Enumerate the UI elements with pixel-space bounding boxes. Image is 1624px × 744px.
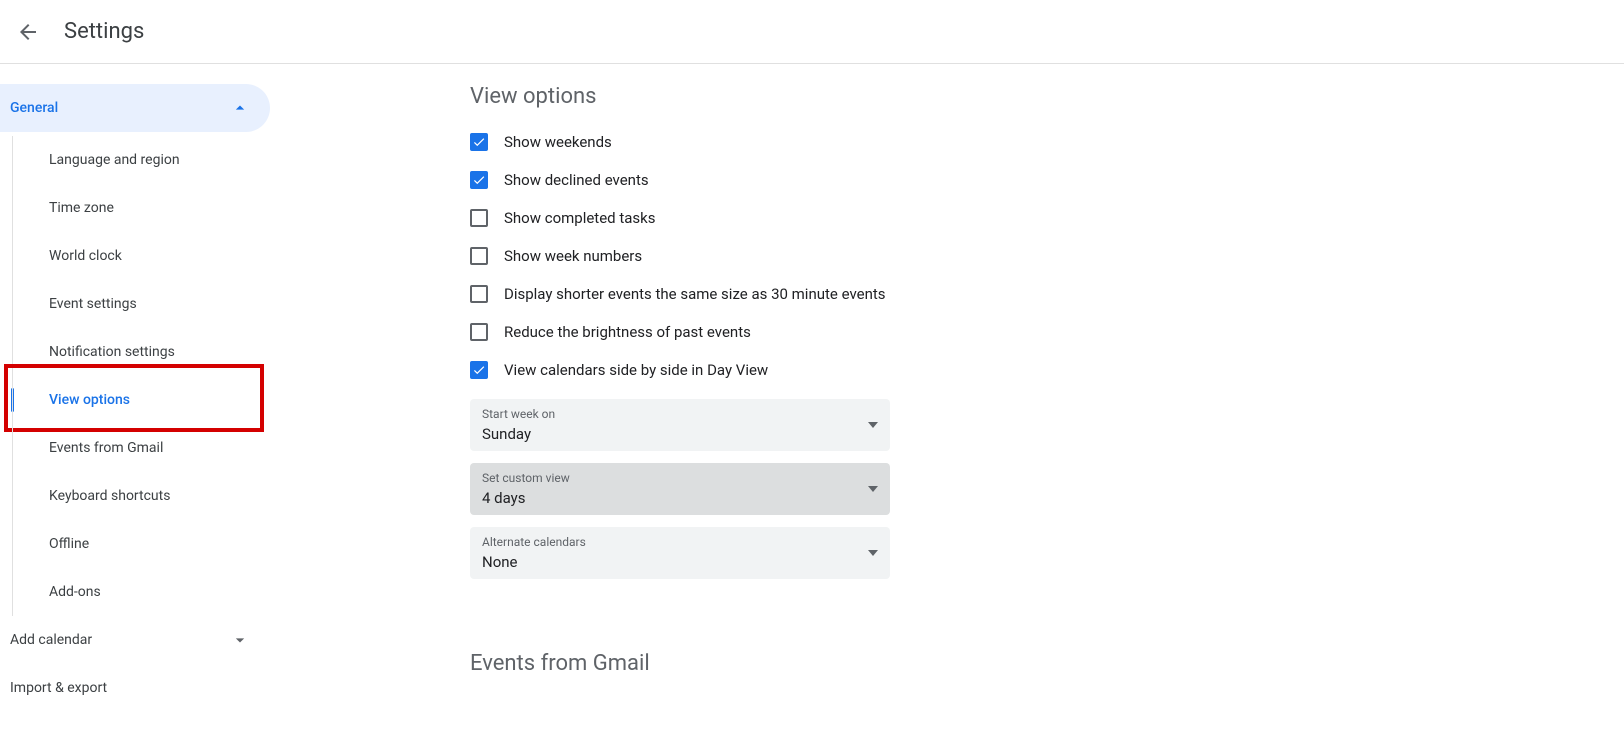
checkbox[interactable] (470, 133, 488, 151)
checkbox-row-reduce-the-brightness-of-past-events[interactable]: Reduce the brightness of past events (470, 323, 1624, 341)
sidebar-item-label: World clock (49, 248, 122, 264)
sidebar-item-label: Keyboard shortcuts (49, 488, 170, 504)
settings-header: Settings (0, 0, 1624, 64)
checkbox-label: Reduce the brightness of past events (504, 323, 751, 341)
sidebar-item-label: Language and region (49, 152, 180, 168)
select-label: Start week on (482, 407, 874, 421)
sidebar-section-add-calendar[interactable]: Add calendar (0, 616, 270, 664)
checkbox-row-show-week-numbers[interactable]: Show week numbers (470, 247, 1624, 265)
section-title-view-options: View options (470, 84, 1624, 109)
checkbox-label: View calendars side by side in Day View (504, 361, 768, 379)
checkbox[interactable] (470, 361, 488, 379)
checkbox-row-show-declined-events[interactable]: Show declined events (470, 171, 1624, 189)
sidebar-item-world-clock[interactable]: World clock (11, 232, 270, 280)
checkbox-row-view-calendars-side-by-side-in-day-view[interactable]: View calendars side by side in Day View (470, 361, 1624, 379)
checkbox[interactable] (470, 323, 488, 341)
checkbox-label: Show declined events (504, 171, 649, 189)
sidebar-section-import-export[interactable]: Import & export (0, 664, 270, 712)
sidebar-item-label: View options (49, 392, 130, 408)
select-alternate-calendars[interactable]: Alternate calendars None (470, 527, 890, 579)
sidebar-section-general[interactable]: General (0, 84, 270, 132)
checkbox-label: Show weekends (504, 133, 612, 151)
sidebar-item-event-settings[interactable]: Event settings (11, 280, 270, 328)
select-set-custom-view[interactable]: Set custom view 4 days (470, 463, 890, 515)
dropdown-arrow-icon (868, 486, 878, 492)
checkbox[interactable] (470, 171, 488, 189)
checkbox-row-display-shorter-events-the-same-size-as-30-minute-events[interactable]: Display shorter events the same size as … (470, 285, 1624, 303)
checkbox-label: Display shorter events the same size as … (504, 285, 886, 303)
sidebar-item-label: Import & export (10, 680, 107, 696)
checkbox-label: Show week numbers (504, 247, 642, 265)
settings-content: View options Show weekends Show declined … (270, 64, 1624, 712)
sidebar-item-add-ons[interactable]: Add-ons (11, 568, 270, 616)
checkbox[interactable] (470, 209, 488, 227)
sidebar-section-label: General (10, 100, 58, 116)
checkbox-row-show-weekends[interactable]: Show weekends (470, 133, 1624, 151)
checkbox-label: Show completed tasks (504, 209, 656, 227)
page-title: Settings (64, 19, 144, 44)
select-value: 4 days (482, 489, 874, 507)
sidebar-item-time-zone[interactable]: Time zone (11, 184, 270, 232)
dropdown-arrow-icon (868, 422, 878, 428)
sidebar-item-label: Events from Gmail (49, 440, 163, 456)
sidebar-item-view-options[interactable]: View options (11, 376, 270, 424)
sidebar-item-notification-settings[interactable]: Notification settings (11, 328, 270, 376)
sidebar-item-events-from-gmail[interactable]: Events from Gmail (11, 424, 270, 472)
sidebar-item-label: Notification settings (49, 344, 175, 360)
select-value: None (482, 553, 874, 571)
sidebar-item-label: Add calendar (10, 632, 92, 648)
sidebar-item-keyboard-shortcuts[interactable]: Keyboard shortcuts (11, 472, 270, 520)
select-start-week-on[interactable]: Start week on Sunday (470, 399, 890, 451)
chevron-up-icon (230, 98, 250, 118)
chevron-down-icon (230, 630, 250, 650)
dropdown-arrow-icon (868, 550, 878, 556)
select-label: Alternate calendars (482, 535, 874, 549)
sidebar-item-label: Event settings (49, 296, 137, 312)
sidebar-item-offline[interactable]: Offline (11, 520, 270, 568)
sidebar-item-language-and-region[interactable]: Language and region (11, 136, 270, 184)
sidebar-item-label: Offline (49, 536, 89, 552)
back-arrow-icon[interactable] (16, 20, 40, 44)
checkbox-row-show-completed-tasks[interactable]: Show completed tasks (470, 209, 1624, 227)
select-label: Set custom view (482, 471, 874, 485)
select-value: Sunday (482, 425, 874, 443)
settings-sidebar: General Language and region Time zone Wo… (0, 64, 270, 712)
section-title-events-from-gmail: Events from Gmail (470, 651, 1624, 676)
sidebar-item-label: Time zone (49, 200, 114, 216)
sidebar-item-label: Add-ons (49, 584, 101, 600)
checkbox[interactable] (470, 285, 488, 303)
checkbox[interactable] (470, 247, 488, 265)
